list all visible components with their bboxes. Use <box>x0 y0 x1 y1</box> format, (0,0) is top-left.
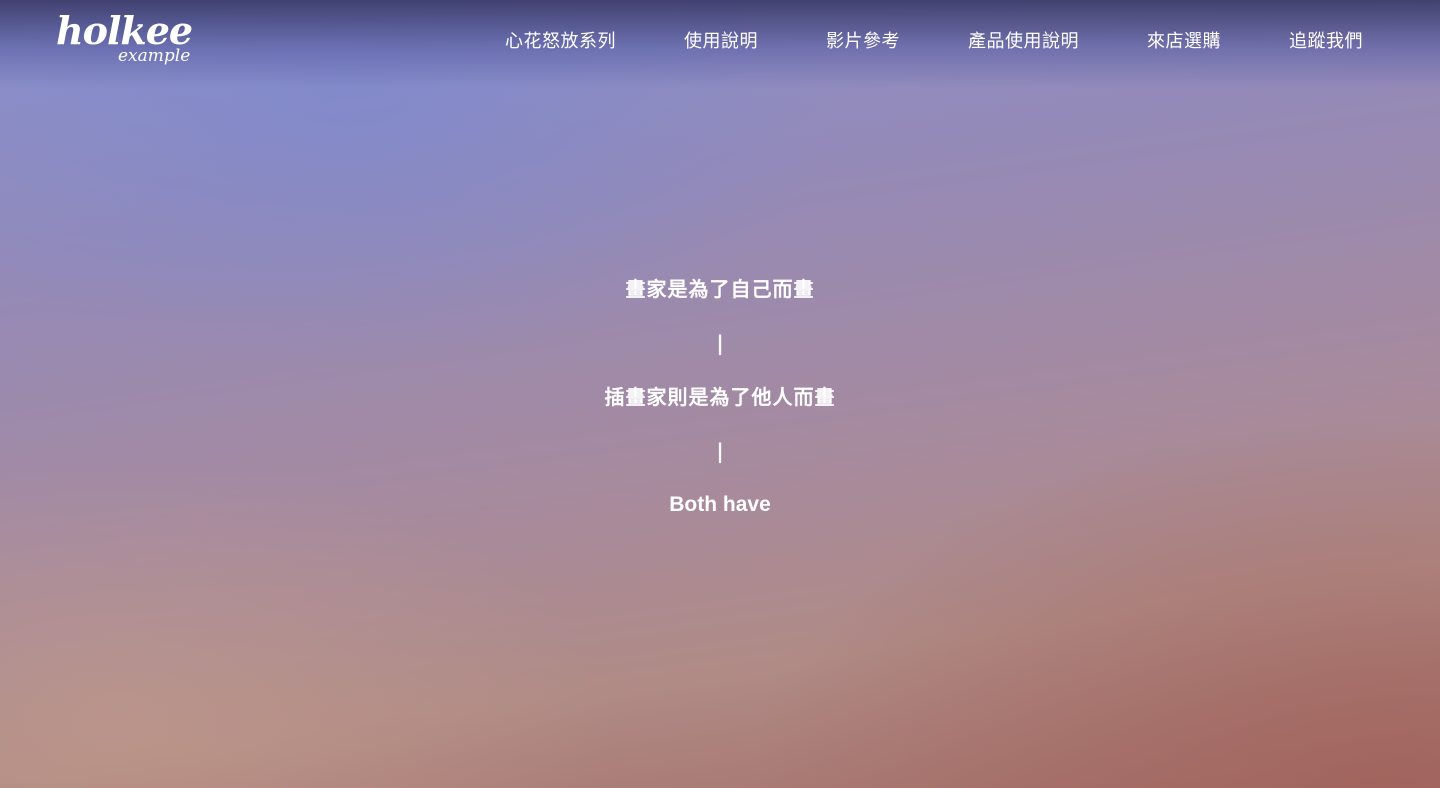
hero-line-painter: 畫家是為了自己而畫 <box>625 277 815 301</box>
main-nav: 心花怒放系列 使用說明 影片參考 產品使用說明 來店選購 追蹤我們 <box>505 30 1363 54</box>
nav-item-instructions[interactable]: 使用說明 <box>684 30 758 54</box>
nav-item-store[interactable]: 來店選購 <box>1147 30 1221 54</box>
logo-wordmark: holkee <box>56 8 193 53</box>
hero-separator: | <box>716 439 724 463</box>
nav-item-series[interactable]: 心花怒放系列 <box>505 30 616 54</box>
nav-item-product-guide[interactable]: 產品使用說明 <box>968 30 1079 54</box>
site-logo[interactable]: holkee example <box>56 8 196 72</box>
hero-section: 畫家是為了自己而畫 | 插畫家則是為了他人而畫 | Both have <box>0 272 1440 522</box>
hero-separator: | <box>716 331 724 355</box>
hero-line-both: Both have <box>669 493 771 516</box>
nav-item-videos[interactable]: 影片參考 <box>826 30 900 54</box>
site-header: holkee example 心花怒放系列 使用說明 影片參考 產品使用說明 來… <box>0 0 1440 88</box>
hero-line-illustrator: 插畫家則是為了他人而畫 <box>604 385 836 409</box>
nav-item-follow[interactable]: 追蹤我們 <box>1289 30 1363 54</box>
logo-subtitle: example <box>118 46 191 66</box>
